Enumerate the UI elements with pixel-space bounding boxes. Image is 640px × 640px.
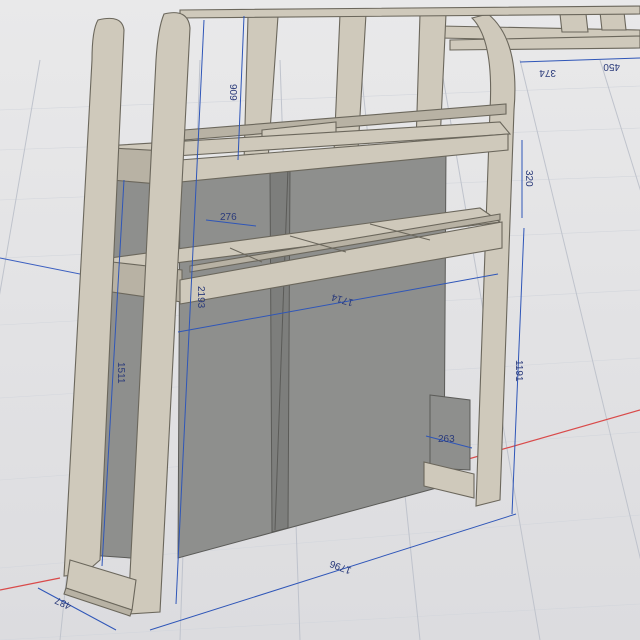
model-canvas[interactable]: 909 320 276 2193 1714 1511 1191 263 1796… [0, 0, 640, 640]
dim-label-top-cell: 909 [227, 84, 238, 101]
dim-label-far-b: 450 [603, 61, 620, 72]
dim-label-right-height: 1191 [513, 360, 524, 382]
viewport[interactable]: 909 320 276 2193 1714 1511 1191 263 1796… [0, 0, 640, 640]
dim-label-side-height: 1511 [115, 362, 126, 384]
dim-label-far-a: 374 [539, 67, 556, 78]
background-frame [439, 11, 640, 63]
dim-label-foot-depth: 263 [438, 434, 455, 445]
dim-label-slat-spacing: 276 [220, 212, 237, 223]
right-frame [470, 13, 516, 507]
dim-label-shelf-gap: 320 [523, 170, 534, 187]
dim-label-overall-height: 2193 [195, 286, 206, 309]
